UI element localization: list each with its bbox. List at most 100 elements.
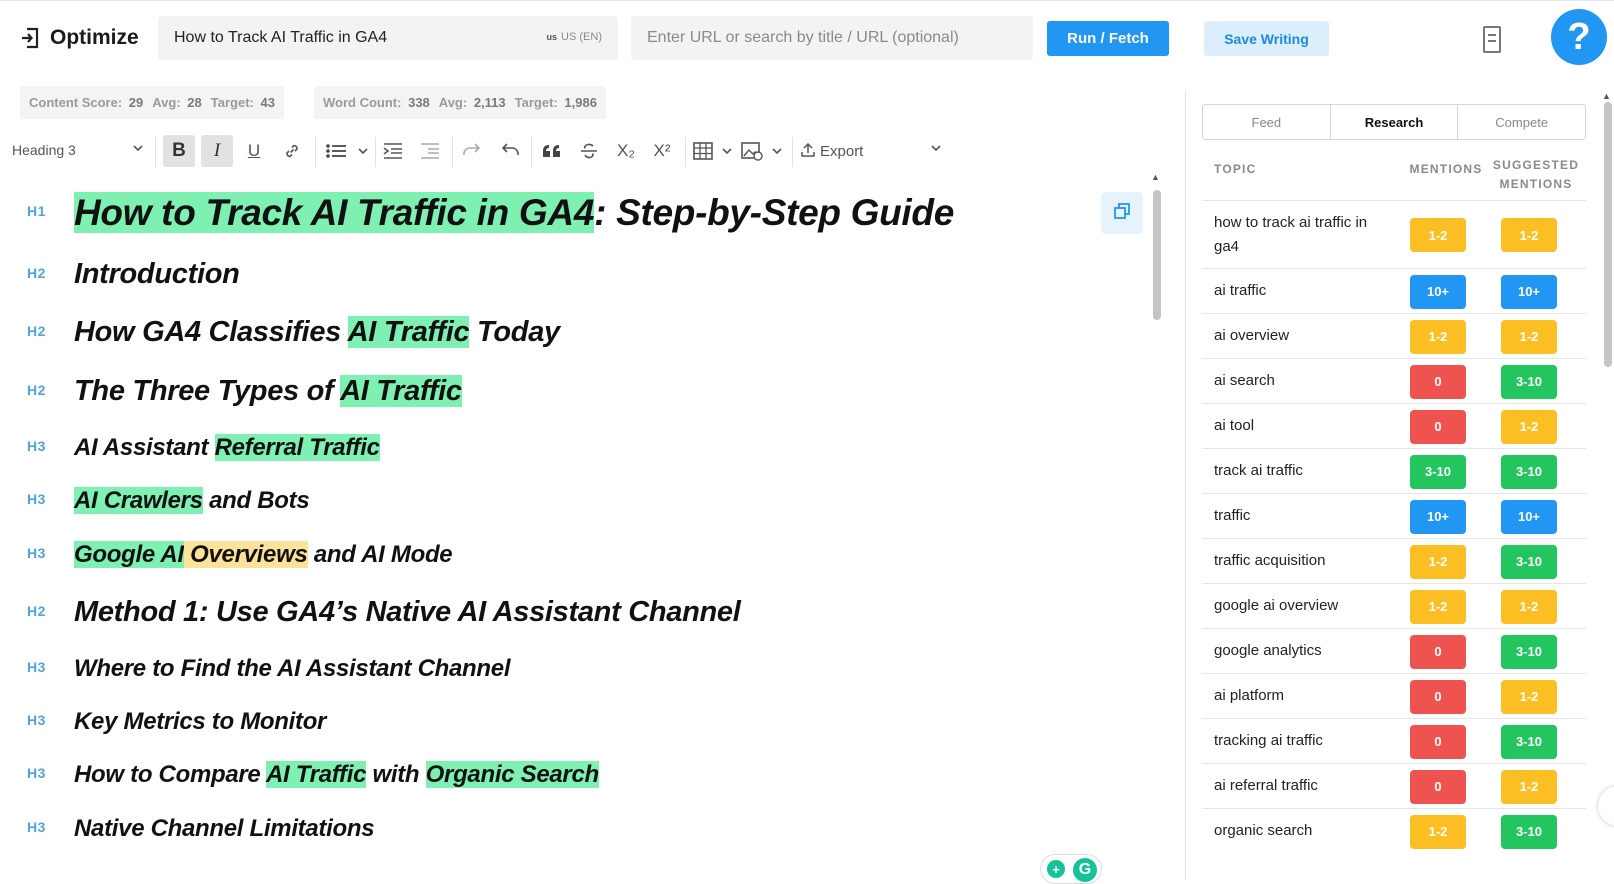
suggested-mentions-badge: 1-2 (1501, 409, 1557, 444)
table-row[interactable]: ai overview 1-2 1-2 (1202, 313, 1586, 358)
word-count-avg: 2,113 (473, 95, 506, 110)
heading-level-tag: H1 (27, 202, 46, 219)
heading-text[interactable]: Method 1: Use GA4’s Native AI Assistant … (74, 594, 741, 632)
outline-heading-h3[interactable]: H3 Where to Find the AI Assistant Channel (0, 653, 1160, 684)
keyword-highlight: How to Track AI Traffic in GA4 (74, 191, 595, 233)
redo-icon[interactable] (456, 135, 488, 167)
heading-text[interactable]: Where to Find the AI Assistant Channel (74, 653, 510, 684)
bold-icon[interactable]: B (163, 135, 195, 167)
keyword-query-field[interactable]: How to Track AI Traffic in GA4 us US (EN) (158, 16, 618, 60)
subscript-icon[interactable]: X₂ (610, 135, 642, 167)
underline-icon[interactable]: U (238, 135, 270, 167)
outline-heading-h2[interactable]: H2 How GA4 Classifies AI Traffic Today (0, 314, 1160, 352)
chevron-down-icon[interactable] (761, 135, 793, 167)
side-widget-button[interactable] (1598, 786, 1614, 826)
table-row[interactable]: traffic acquisition 1-2 3-10 (1202, 538, 1586, 583)
italic-icon[interactable]: I (201, 135, 233, 167)
outline-heading-h2[interactable]: H2 Introduction (0, 256, 1160, 294)
keyword-highlight: Organic Search (425, 760, 599, 788)
heading-text[interactable]: AI Assistant Referral Traffic (74, 432, 380, 463)
heading-text-segment: Method 1: Use GA4’s Native AI Assistant … (74, 595, 741, 628)
brand[interactable]: Optimize (20, 26, 139, 50)
table-row[interactable]: how to track ai traffic in ga4 1-2 1-2 (1202, 200, 1586, 268)
outline-heading-h3[interactable]: H3 Google AI Overviews and AI Mode (0, 539, 1160, 570)
table-row[interactable]: organic search 1-2 3-10 (1202, 808, 1586, 853)
grammarly-icon[interactable]: G (1073, 858, 1097, 882)
heading-text[interactable]: How to Compare AI Traffic with Organic S… (74, 759, 599, 790)
heading-level-tag: H2 (27, 264, 46, 281)
table-row[interactable]: ai tool 0 1-2 (1202, 403, 1586, 448)
editor-scrollbar[interactable] (1153, 190, 1161, 320)
outline-heading-h3[interactable]: H3 Key Metrics to Monitor (0, 706, 1160, 737)
table-row[interactable]: ai platform 0 1-2 (1202, 673, 1586, 718)
toolbar-divider (452, 137, 453, 167)
topic-cell: tracking ai traffic (1214, 732, 1323, 749)
topic-cell: traffic acquisition (1214, 552, 1326, 569)
table-row[interactable]: tracking ai traffic 0 3-10 (1202, 718, 1586, 763)
topic-cell: traffic (1214, 507, 1251, 524)
superscript-icon[interactable]: X² (646, 135, 678, 167)
copy-button[interactable] (1101, 192, 1143, 234)
mentions-badge: 3-10 (1410, 454, 1466, 489)
heading-text[interactable]: Introduction (74, 256, 240, 294)
outline-heading-h2[interactable]: H2 Method 1: Use GA4’s Native AI Assistan… (0, 594, 1160, 632)
table-row[interactable]: google ai overview 1-2 1-2 (1202, 583, 1586, 628)
run-fetch-button[interactable]: Run / Fetch (1047, 21, 1169, 56)
heading-level-tag: H3 (27, 658, 46, 675)
outline-heading-h3[interactable]: H3 How to Compare AI Traffic with Organic… (0, 759, 1160, 790)
link-icon[interactable] (276, 135, 308, 167)
heading-text[interactable]: How to Track AI Traffic in GA4: Step-by-… (74, 189, 954, 237)
keyword-highlight: AI Traffic (347, 315, 470, 348)
heading-text[interactable]: Key Metrics to Monitor (74, 706, 326, 737)
heading-text[interactable]: Native Channel Limitations (74, 813, 375, 844)
tab-compete[interactable]: Compete (1458, 105, 1585, 139)
outline-heading-h3[interactable]: H3 AI Assistant Referral Traffic (0, 432, 1160, 463)
tab-research[interactable]: Research (1331, 105, 1459, 139)
strikethrough-icon[interactable] (573, 135, 605, 167)
grammarly-widget[interactable]: + G (1040, 854, 1102, 884)
heading-text[interactable]: AI Crawlers and Bots (74, 485, 310, 516)
document-icon[interactable] (1483, 26, 1501, 53)
editor-content[interactable]: H1 How to Track AI Traffic in GA4: Step-b… (0, 172, 1170, 884)
mentions-badge: 1-2 (1410, 544, 1466, 579)
table-row[interactable]: ai search 0 3-10 (1202, 358, 1586, 403)
locale-selector[interactable]: us US (EN) (547, 31, 602, 43)
mentions-badge: 1-2 (1410, 589, 1466, 624)
export-label: Export (820, 143, 864, 160)
url-search-input[interactable] (631, 16, 1033, 60)
scroll-up-arrow[interactable]: ▲ (1151, 172, 1160, 182)
chevron-down-icon[interactable] (132, 142, 144, 157)
outline-heading-h3[interactable]: H3 Native Channel Limitations (0, 813, 1160, 844)
heading-level-tag: H2 (27, 381, 46, 398)
keyword-highlight: Google AI (74, 540, 184, 568)
table-row[interactable]: traffic 10+ 10+ (1202, 493, 1586, 538)
undo-icon[interactable] (494, 135, 526, 167)
topic-cell: ai tool (1214, 417, 1255, 434)
outline-heading-h3[interactable]: H3 AI Crawlers and Bots (0, 485, 1160, 516)
outline-heading-h2[interactable]: H2 The Three Types of AI Traffic (0, 373, 1160, 411)
table-row[interactable]: ai traffic 10+ 10+ (1202, 268, 1586, 313)
heading-select[interactable]: Heading 3 (12, 142, 76, 158)
heading-text[interactable]: Google AI Overviews and AI Mode (74, 539, 453, 570)
save-writing-button[interactable]: Save Writing (1204, 21, 1329, 56)
panel-scrollbar[interactable] (1604, 102, 1612, 367)
export-button[interactable]: Export (800, 142, 863, 162)
exit-icon[interactable] (20, 27, 40, 49)
heading-text[interactable]: How GA4 Classifies AI Traffic Today (74, 314, 560, 352)
plus-icon[interactable]: + (1047, 860, 1065, 878)
tab-feed[interactable]: Feed (1203, 105, 1331, 139)
scroll-up-arrow[interactable]: ▲ (1602, 91, 1611, 101)
quote-icon[interactable] (536, 135, 568, 167)
chevron-down-icon[interactable] (930, 141, 942, 157)
heading-level-tag: H3 (27, 437, 46, 454)
indent-icon[interactable] (377, 135, 409, 167)
table-row[interactable]: google analytics 0 3-10 (1202, 628, 1586, 673)
heading-text[interactable]: The Three Types of AI Traffic (74, 373, 462, 411)
help-button[interactable]: ? (1551, 9, 1607, 65)
table-row[interactable]: ai referral traffic 0 1-2 (1202, 763, 1586, 808)
editor-toolbar: Heading 3 B I U X₂ X² Export (0, 132, 980, 174)
outline-heading-h1[interactable]: H1 How to Track AI Traffic in GA4: Step-b… (0, 189, 1160, 237)
table-row[interactable]: track ai traffic 3-10 3-10 (1202, 448, 1586, 493)
outdent-icon[interactable] (414, 135, 446, 167)
heading-text-segment: AI Assistant (74, 433, 215, 461)
